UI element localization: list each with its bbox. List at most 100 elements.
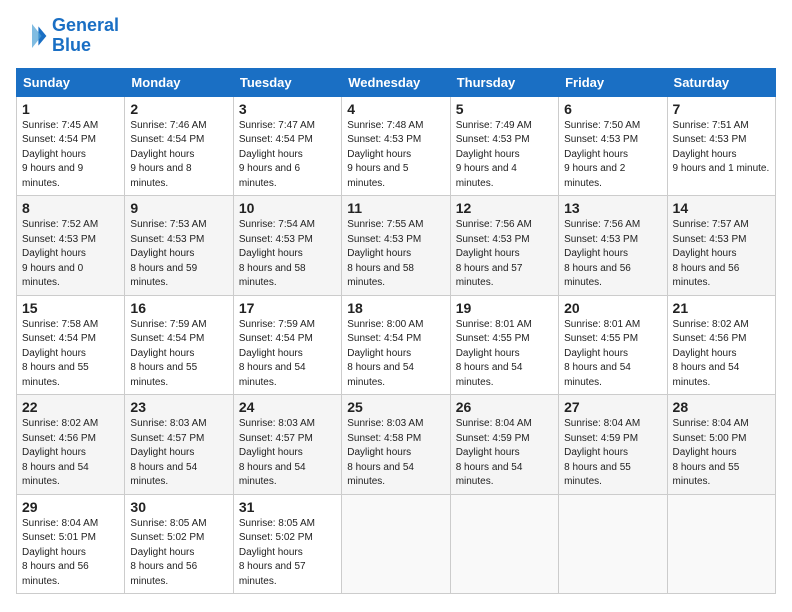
week-row-4: 22 Sunrise: 8:02 AM Sunset: 4:56 PM Dayl… — [17, 395, 776, 495]
day-number: 24 — [239, 399, 336, 415]
day-detail: Sunrise: 7:48 AM Sunset: 4:53 PM Dayligh… — [347, 119, 444, 192]
calendar-cell: 23 Sunrise: 8:03 AM Sunset: 4:57 PM Dayl… — [125, 395, 233, 495]
calendar-cell — [559, 494, 667, 594]
calendar-table: SundayMondayTuesdayWednesdayThursdayFrid… — [16, 68, 776, 595]
week-row-5: 29 Sunrise: 8:04 AM Sunset: 5:01 PM Dayl… — [17, 494, 776, 594]
calendar-cell: 24 Sunrise: 8:03 AM Sunset: 4:57 PM Dayl… — [233, 395, 341, 495]
calendar-cell — [342, 494, 450, 594]
logo: General Blue — [16, 16, 119, 56]
calendar-cell: 14 Sunrise: 7:57 AM Sunset: 4:53 PM Dayl… — [667, 196, 775, 296]
day-detail: Sunrise: 8:00 AM Sunset: 4:54 PM Dayligh… — [347, 318, 444, 391]
day-number: 25 — [347, 399, 444, 415]
day-number: 26 — [456, 399, 553, 415]
col-header-tuesday: Tuesday — [233, 68, 341, 96]
day-detail: Sunrise: 8:05 AM Sunset: 5:02 PM Dayligh… — [239, 517, 336, 590]
day-number: 28 — [673, 399, 770, 415]
calendar-cell: 26 Sunrise: 8:04 AM Sunset: 4:59 PM Dayl… — [450, 395, 558, 495]
day-detail: Sunrise: 7:53 AM Sunset: 4:53 PM Dayligh… — [130, 218, 227, 291]
page-header: General Blue — [16, 16, 776, 56]
day-detail: Sunrise: 7:57 AM Sunset: 4:53 PM Dayligh… — [673, 218, 770, 291]
calendar-cell: 4 Sunrise: 7:48 AM Sunset: 4:53 PM Dayli… — [342, 96, 450, 196]
day-number: 1 — [22, 101, 119, 117]
calendar-cell: 16 Sunrise: 7:59 AM Sunset: 4:54 PM Dayl… — [125, 295, 233, 395]
day-detail: Sunrise: 7:51 AM Sunset: 4:53 PM Dayligh… — [673, 119, 770, 177]
day-number: 20 — [564, 300, 661, 316]
calendar-cell: 3 Sunrise: 7:47 AM Sunset: 4:54 PM Dayli… — [233, 96, 341, 196]
day-detail: Sunrise: 7:56 AM Sunset: 4:53 PM Dayligh… — [564, 218, 661, 291]
week-row-2: 8 Sunrise: 7:52 AM Sunset: 4:53 PM Dayli… — [17, 196, 776, 296]
day-detail: Sunrise: 7:45 AM Sunset: 4:54 PM Dayligh… — [22, 119, 119, 192]
day-detail: Sunrise: 8:04 AM Sunset: 5:00 PM Dayligh… — [673, 417, 770, 490]
day-detail: Sunrise: 8:02 AM Sunset: 4:56 PM Dayligh… — [673, 318, 770, 391]
calendar-cell: 5 Sunrise: 7:49 AM Sunset: 4:53 PM Dayli… — [450, 96, 558, 196]
day-number: 27 — [564, 399, 661, 415]
day-detail: Sunrise: 7:59 AM Sunset: 4:54 PM Dayligh… — [130, 318, 227, 391]
calendar-cell: 1 Sunrise: 7:45 AM Sunset: 4:54 PM Dayli… — [17, 96, 125, 196]
col-header-saturday: Saturday — [667, 68, 775, 96]
day-number: 4 — [347, 101, 444, 117]
calendar-cell: 11 Sunrise: 7:55 AM Sunset: 4:53 PM Dayl… — [342, 196, 450, 296]
calendar-cell: 13 Sunrise: 7:56 AM Sunset: 4:53 PM Dayl… — [559, 196, 667, 296]
day-detail: Sunrise: 8:04 AM Sunset: 4:59 PM Dayligh… — [564, 417, 661, 490]
day-number: 23 — [130, 399, 227, 415]
day-number: 30 — [130, 499, 227, 515]
calendar-cell: 31 Sunrise: 8:05 AM Sunset: 5:02 PM Dayl… — [233, 494, 341, 594]
col-header-monday: Monday — [125, 68, 233, 96]
day-number: 29 — [22, 499, 119, 515]
day-number: 22 — [22, 399, 119, 415]
day-detail: Sunrise: 8:01 AM Sunset: 4:55 PM Dayligh… — [456, 318, 553, 391]
day-detail: Sunrise: 7:49 AM Sunset: 4:53 PM Dayligh… — [456, 119, 553, 192]
calendar-cell: 7 Sunrise: 7:51 AM Sunset: 4:53 PM Dayli… — [667, 96, 775, 196]
calendar-cell: 6 Sunrise: 7:50 AM Sunset: 4:53 PM Dayli… — [559, 96, 667, 196]
day-number: 21 — [673, 300, 770, 316]
day-detail: Sunrise: 7:50 AM Sunset: 4:53 PM Dayligh… — [564, 119, 661, 192]
day-detail: Sunrise: 8:03 AM Sunset: 4:58 PM Dayligh… — [347, 417, 444, 490]
day-number: 7 — [673, 101, 770, 117]
day-detail: Sunrise: 8:05 AM Sunset: 5:02 PM Dayligh… — [130, 517, 227, 590]
day-number: 8 — [22, 200, 119, 216]
day-detail: Sunrise: 7:55 AM Sunset: 4:53 PM Dayligh… — [347, 218, 444, 291]
day-number: 31 — [239, 499, 336, 515]
calendar-cell: 20 Sunrise: 8:01 AM Sunset: 4:55 PM Dayl… — [559, 295, 667, 395]
calendar-cell: 15 Sunrise: 7:58 AM Sunset: 4:54 PM Dayl… — [17, 295, 125, 395]
calendar-cell: 12 Sunrise: 7:56 AM Sunset: 4:53 PM Dayl… — [450, 196, 558, 296]
day-number: 11 — [347, 200, 444, 216]
day-detail: Sunrise: 7:56 AM Sunset: 4:53 PM Dayligh… — [456, 218, 553, 291]
week-row-3: 15 Sunrise: 7:58 AM Sunset: 4:54 PM Dayl… — [17, 295, 776, 395]
calendar-cell: 9 Sunrise: 7:53 AM Sunset: 4:53 PM Dayli… — [125, 196, 233, 296]
day-number: 2 — [130, 101, 227, 117]
day-number: 16 — [130, 300, 227, 316]
day-number: 18 — [347, 300, 444, 316]
day-detail: Sunrise: 7:47 AM Sunset: 4:54 PM Dayligh… — [239, 119, 336, 192]
logo-icon — [16, 20, 48, 52]
calendar-cell: 21 Sunrise: 8:02 AM Sunset: 4:56 PM Dayl… — [667, 295, 775, 395]
calendar-cell — [667, 494, 775, 594]
day-detail: Sunrise: 8:04 AM Sunset: 4:59 PM Dayligh… — [456, 417, 553, 490]
col-header-friday: Friday — [559, 68, 667, 96]
week-row-1: 1 Sunrise: 7:45 AM Sunset: 4:54 PM Dayli… — [17, 96, 776, 196]
day-number: 13 — [564, 200, 661, 216]
day-detail: Sunrise: 7:46 AM Sunset: 4:54 PM Dayligh… — [130, 119, 227, 192]
calendar-cell: 2 Sunrise: 7:46 AM Sunset: 4:54 PM Dayli… — [125, 96, 233, 196]
col-header-sunday: Sunday — [17, 68, 125, 96]
day-number: 12 — [456, 200, 553, 216]
calendar-cell: 10 Sunrise: 7:54 AM Sunset: 4:53 PM Dayl… — [233, 196, 341, 296]
calendar-cell: 19 Sunrise: 8:01 AM Sunset: 4:55 PM Dayl… — [450, 295, 558, 395]
day-number: 5 — [456, 101, 553, 117]
day-number: 10 — [239, 200, 336, 216]
calendar-cell: 25 Sunrise: 8:03 AM Sunset: 4:58 PM Dayl… — [342, 395, 450, 495]
day-detail: Sunrise: 7:52 AM Sunset: 4:53 PM Dayligh… — [22, 218, 119, 291]
day-number: 15 — [22, 300, 119, 316]
day-number: 17 — [239, 300, 336, 316]
calendar-cell: 30 Sunrise: 8:05 AM Sunset: 5:02 PM Dayl… — [125, 494, 233, 594]
calendar-cell: 29 Sunrise: 8:04 AM Sunset: 5:01 PM Dayl… — [17, 494, 125, 594]
day-detail: Sunrise: 8:03 AM Sunset: 4:57 PM Dayligh… — [130, 417, 227, 490]
day-number: 6 — [564, 101, 661, 117]
col-header-thursday: Thursday — [450, 68, 558, 96]
day-detail: Sunrise: 7:58 AM Sunset: 4:54 PM Dayligh… — [22, 318, 119, 391]
col-header-wednesday: Wednesday — [342, 68, 450, 96]
day-detail: Sunrise: 8:03 AM Sunset: 4:57 PM Dayligh… — [239, 417, 336, 490]
day-detail: Sunrise: 8:02 AM Sunset: 4:56 PM Dayligh… — [22, 417, 119, 490]
calendar-cell: 8 Sunrise: 7:52 AM Sunset: 4:53 PM Dayli… — [17, 196, 125, 296]
day-detail: Sunrise: 7:54 AM Sunset: 4:53 PM Dayligh… — [239, 218, 336, 291]
